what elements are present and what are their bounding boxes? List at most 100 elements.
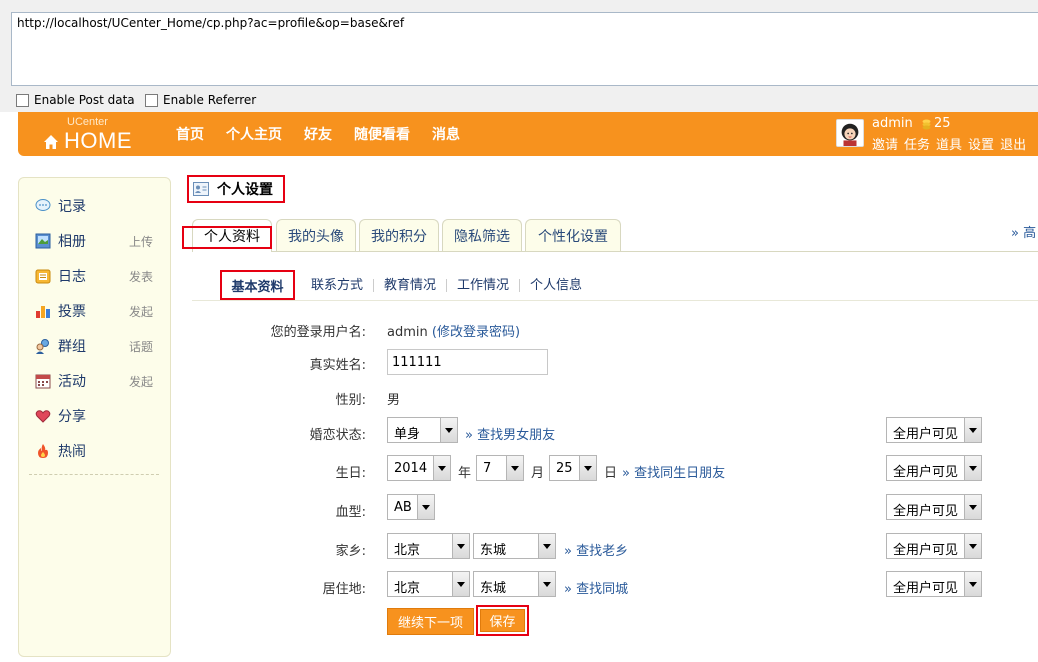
nav-messages[interactable]: 消息 bbox=[432, 124, 460, 144]
birth-day-value: 25 bbox=[556, 461, 573, 476]
hometown-label: 家乡: bbox=[335, 544, 366, 559]
subnav-education[interactable]: 教育情况 bbox=[374, 278, 448, 292]
sidebar-item-label: 热闹 bbox=[58, 444, 86, 460]
url-panel: http://localhost/UCenter_Home/cp.php?ac=… bbox=[0, 0, 1038, 112]
birth-day-select[interactable]: 25 bbox=[549, 455, 597, 481]
profile-subnav: 基本资料 联系方式 教育情况 工作情况 个人信息 bbox=[220, 270, 592, 300]
sidebar-item-share[interactable]: 分享 bbox=[35, 406, 165, 426]
nav-friends[interactable]: 好友 bbox=[304, 124, 332, 144]
enable-referrer-checkbox[interactable] bbox=[145, 93, 158, 107]
props-link[interactable]: 道具 bbox=[936, 134, 962, 153]
sidebar-upload-link[interactable]: 上传 bbox=[129, 233, 153, 250]
calendar-icon bbox=[35, 374, 51, 389]
tab-privacy[interactable]: 隐私筛选 bbox=[442, 219, 522, 251]
sidebar-item-album[interactable]: 相册 上传 bbox=[35, 231, 165, 251]
hometown-province-select[interactable]: 北京 bbox=[387, 533, 470, 559]
birthday-privacy-select[interactable]: 全用户可见 bbox=[886, 455, 982, 481]
residence-province-select[interactable]: 北京 bbox=[387, 571, 470, 597]
enable-post-checkbox[interactable] bbox=[16, 93, 29, 107]
subnav-divider bbox=[192, 300, 1038, 301]
sidebar-item-label: 日志 bbox=[58, 269, 86, 285]
nav-home[interactable]: 首页 bbox=[176, 124, 204, 144]
sidebar-item-poll[interactable]: 投票 发起 bbox=[35, 301, 165, 321]
blood-privacy-select[interactable]: 全用户可见 bbox=[886, 494, 982, 520]
find-townsman-link[interactable]: » 查找老乡 bbox=[564, 540, 628, 559]
privacy-value: 全用户可见 bbox=[893, 427, 959, 442]
profile-card-icon bbox=[193, 182, 209, 196]
subnav-work[interactable]: 工作情况 bbox=[447, 278, 521, 292]
url-textarea[interactable]: http://localhost/UCenter_Home/cp.php?ac=… bbox=[11, 12, 1038, 86]
sidebar-item-event[interactable]: 活动 发起 bbox=[35, 371, 165, 391]
hometown-privacy-select[interactable]: 全用户可见 bbox=[886, 533, 982, 559]
login-name-row: admin (修改登录密码) bbox=[387, 321, 520, 340]
hometown-city-select[interactable]: 东城 bbox=[473, 533, 556, 559]
avatar[interactable] bbox=[836, 119, 864, 147]
tab-credits[interactable]: 我的积分 bbox=[359, 219, 439, 251]
find-same-birthday-link[interactable]: » 查找同生日朋友 bbox=[622, 462, 725, 481]
chevron-down-icon bbox=[579, 456, 596, 480]
page-title: 个人设置 bbox=[217, 182, 273, 198]
photo-album-icon bbox=[35, 233, 51, 249]
chevron-down-icon bbox=[452, 534, 469, 558]
marriage-select[interactable]: 单身 bbox=[387, 417, 458, 443]
privacy-value: 全用户可见 bbox=[893, 465, 959, 480]
chevron-down-icon bbox=[964, 534, 981, 558]
birth-month-value: 7 bbox=[483, 461, 492, 476]
tasks-link[interactable]: 任务 bbox=[904, 134, 930, 153]
logo-small-text: UCenter bbox=[67, 116, 108, 128]
change-password-link[interactable]: (修改登录密码) bbox=[432, 325, 520, 340]
blood-select[interactable]: AB bbox=[387, 494, 435, 520]
find-same-city-link[interactable]: » 查找同城 bbox=[564, 578, 628, 597]
tab-personalize[interactable]: 个性化设置 bbox=[525, 219, 621, 251]
residence-city-value: 东城 bbox=[480, 581, 507, 596]
sidebar-item-blog[interactable]: 日志 发表 bbox=[35, 266, 165, 286]
credit-count[interactable]: 25 bbox=[934, 116, 951, 131]
home-icon bbox=[44, 135, 58, 149]
tab-profile[interactable]: 个人资料 bbox=[192, 219, 272, 252]
residence-privacy-select[interactable]: 全用户可见 bbox=[886, 571, 982, 597]
sidebar-start-event-link[interactable]: 发起 bbox=[129, 373, 153, 390]
next-step-button[interactable]: 继续下一项 bbox=[387, 608, 474, 635]
chevron-down-icon bbox=[964, 418, 981, 442]
sidebar-topic-link[interactable]: 话题 bbox=[129, 338, 153, 355]
nav-browse[interactable]: 随便看看 bbox=[354, 124, 410, 144]
login-name-value: admin bbox=[387, 325, 428, 340]
invite-link[interactable]: 邀请 bbox=[872, 134, 898, 153]
residence-label: 居住地: bbox=[322, 582, 366, 597]
sidebar-item-label: 活动 bbox=[58, 374, 86, 390]
chevron-down-icon bbox=[964, 572, 981, 596]
birth-month-select[interactable]: 7 bbox=[476, 455, 524, 481]
marriage-privacy-select[interactable]: 全用户可见 bbox=[886, 417, 982, 443]
find-partner-link[interactable]: » 查找男女朋友 bbox=[465, 424, 555, 443]
nav-my-space[interactable]: 个人主页 bbox=[226, 124, 282, 144]
advanced-link[interactable]: » 高 bbox=[1011, 222, 1036, 241]
login-name-label: 您的登录用户名: bbox=[270, 325, 366, 340]
year-unit: 年 bbox=[458, 466, 472, 481]
sidebar-item-label: 分享 bbox=[58, 409, 86, 425]
settings-link[interactable]: 设置 bbox=[968, 134, 994, 153]
chevron-down-icon bbox=[964, 456, 981, 480]
subnav-personal[interactable]: 个人信息 bbox=[520, 279, 592, 292]
chevron-down-icon bbox=[506, 456, 523, 480]
gender-label: 性别: bbox=[335, 393, 366, 408]
subnav-basic[interactable]: 基本资料 bbox=[220, 270, 295, 300]
enable-post-option[interactable]: Enable Post data bbox=[16, 92, 135, 108]
chevron-down-icon bbox=[440, 418, 457, 442]
blood-label: 血型: bbox=[335, 505, 366, 520]
logout-link[interactable]: 退出 bbox=[1000, 134, 1026, 153]
sidebar-item-hot[interactable]: 热闹 bbox=[35, 441, 165, 461]
tab-avatar[interactable]: 我的头像 bbox=[276, 219, 356, 251]
birth-year-select[interactable]: 2014 bbox=[387, 455, 451, 481]
enable-referrer-option[interactable]: Enable Referrer bbox=[145, 92, 256, 108]
birthday-label: 生日: bbox=[335, 466, 366, 481]
subnav-contact[interactable]: 联系方式 bbox=[295, 278, 375, 292]
hometown-province-value: 北京 bbox=[394, 543, 421, 558]
sidebar-publish-link[interactable]: 发表 bbox=[129, 268, 153, 285]
site-header: UCenter HOME 首页 个人主页 好友 随便看看 消息 admin 25 bbox=[18, 112, 1038, 156]
save-button[interactable]: 保存 bbox=[480, 609, 525, 632]
realname-input[interactable] bbox=[387, 349, 548, 375]
sidebar-start-poll-link[interactable]: 发起 bbox=[129, 303, 153, 320]
username-link[interactable]: admin bbox=[872, 116, 913, 131]
residence-city-select[interactable]: 东城 bbox=[473, 571, 556, 597]
sidebar-item-records[interactable]: 记录 bbox=[35, 196, 165, 216]
